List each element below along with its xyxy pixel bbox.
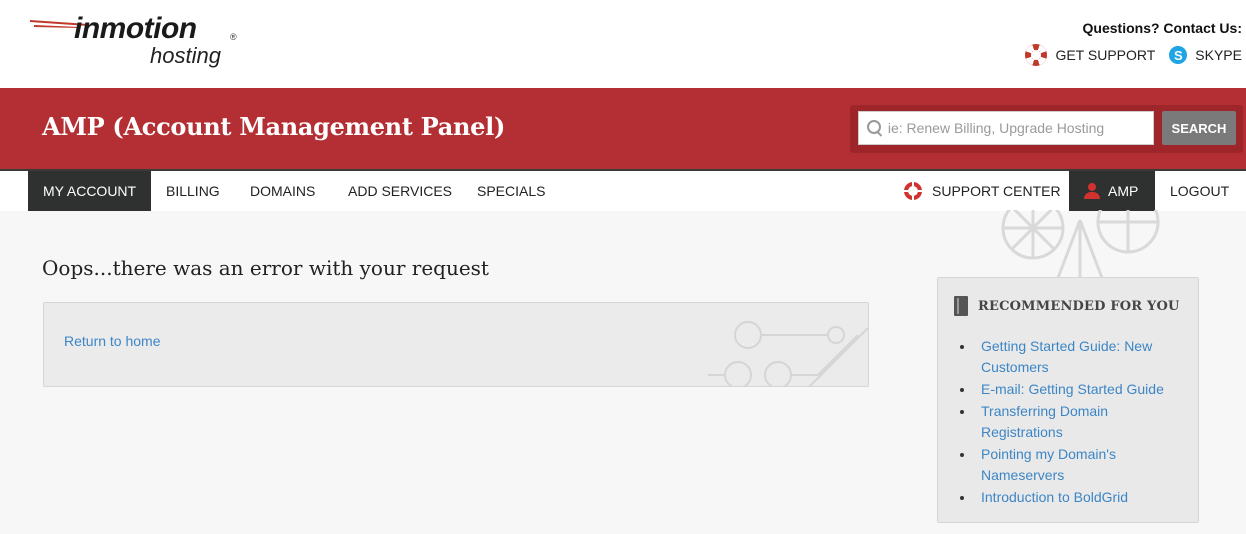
page-banner: AMP (Account Management Panel) SEARCH <box>0 88 1246 169</box>
error-title: Oops...there was an error with your requ… <box>42 256 489 280</box>
recommended-link[interactable]: Introduction to BoldGrid <box>960 487 1185 508</box>
logo-brand-text: inmotion <box>74 12 197 45</box>
recommended-link[interactable]: E-mail: Getting Started Guide <box>960 379 1185 400</box>
circuit-decoration-icon <box>708 321 868 386</box>
nav-add-services[interactable]: ADD SERVICES <box>333 171 467 211</box>
support-center-label: SUPPORT CENTER <box>932 183 1061 199</box>
nav-billing[interactable]: BILLING <box>151 171 235 211</box>
contact-links: GET SUPPORT S SKYPE <box>1025 44 1242 66</box>
search-bar: SEARCH <box>850 105 1243 153</box>
logo-registered-mark: ® <box>230 32 237 42</box>
logo-sub-text: hosting <box>150 43 221 68</box>
decorative-cart-illustration <box>1001 210 1160 279</box>
contact-block: Questions? Contact Us: GET SUPPORT S SKY… <box>1025 20 1242 66</box>
get-support-label: GET SUPPORT <box>1055 47 1156 63</box>
support-center-icon <box>904 182 922 200</box>
search-input[interactable] <box>887 120 1153 136</box>
search-button[interactable]: SEARCH <box>1162 111 1236 145</box>
contact-question: Questions? Contact Us: <box>1082 20 1242 36</box>
recommended-heading: RECOMMENDED FOR YOU <box>978 298 1180 314</box>
lifebuoy-icon <box>1025 44 1048 66</box>
error-box: Return to home <box>43 302 869 387</box>
skype-label: SKYPE <box>1195 47 1242 63</box>
site-header: inmotion ® hosting Questions? Contact Us… <box>0 0 1246 88</box>
nav-domains[interactable]: DOMAINS <box>235 171 330 211</box>
skype-icon: S <box>1169 46 1188 64</box>
inmotion-logo[interactable]: inmotion ® hosting <box>30 10 250 72</box>
recommended-list: Getting Started Guide: New Customers E-m… <box>960 336 1185 509</box>
nav-support-center[interactable]: SUPPORT CENTER <box>889 171 1076 211</box>
main-nav: MY ACCOUNT BILLING DOMAINS ADD SERVICES … <box>0 169 1246 211</box>
recommended-link[interactable]: Getting Started Guide: New Customers <box>960 336 1185 378</box>
recommended-header: RECOMMENDED FOR YOU <box>954 296 1180 316</box>
search-icon <box>867 120 882 136</box>
page-title: AMP (Account Management Panel) <box>42 112 506 141</box>
nav-amp[interactable]: AMP <box>1069 171 1155 211</box>
return-home-link[interactable]: Return to home <box>64 333 161 349</box>
skype-link[interactable]: S SKYPE <box>1169 46 1242 64</box>
recommended-link[interactable]: Pointing my Domain's Nameservers <box>960 444 1185 486</box>
person-icon <box>1084 183 1100 199</box>
search-field-wrapper <box>858 111 1154 145</box>
nav-my-account[interactable]: MY ACCOUNT <box>28 171 152 211</box>
get-support-link[interactable]: GET SUPPORT <box>1025 44 1155 66</box>
recommended-panel: RECOMMENDED FOR YOU Getting Started Guid… <box>937 277 1199 523</box>
nav-specials[interactable]: SPECIALS <box>462 171 560 211</box>
book-icon <box>954 296 968 316</box>
nav-logout[interactable]: LOGOUT <box>1155 171 1244 211</box>
nav-amp-label: AMP <box>1108 183 1139 199</box>
recommended-link[interactable]: Transferring Domain Registrations <box>960 401 1185 443</box>
